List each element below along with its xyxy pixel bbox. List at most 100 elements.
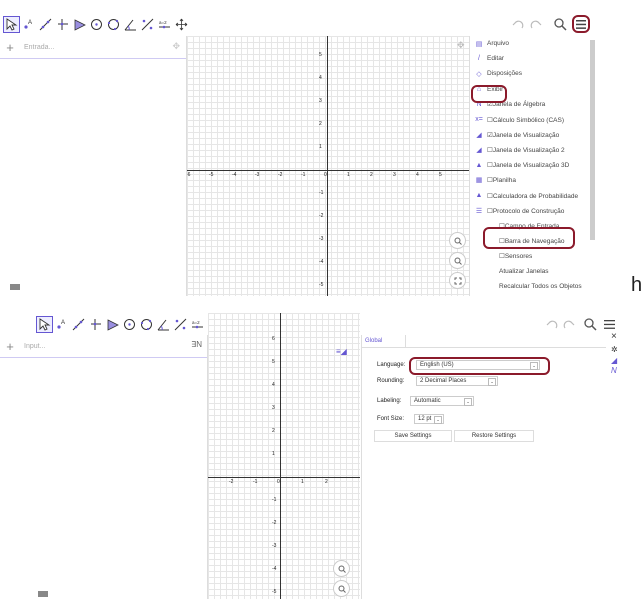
search-icon[interactable] [554,18,567,31]
move-graphics-tool-icon[interactable] [174,17,189,32]
angle-tool-icon[interactable] [156,317,171,332]
x-tick-label: -4 [232,172,237,178]
slider-tool-icon[interactable]: a=2 [157,17,172,32]
search-icon[interactable] [584,318,597,331]
point-tool-icon[interactable]: A [54,317,69,332]
geogebra-screenshot-portuguese: Aa=2 + Entrada... ✥ ✥ -6 -5 -4 -3 -2 -1 0 1 2 3 4 5… [0,0,596,296]
algebra-input[interactable]: Entrada... [24,44,54,51]
algebra-input-row[interactable]: + Input... ∃N [0,335,207,358]
y-tick-label: -1 [272,497,277,503]
menu-item-label: Disposições [487,70,523,78]
menu-scrollbar[interactable] [590,40,595,240]
y-tick-label: 6 [272,336,275,342]
y-axis [327,36,328,296]
highlight-exibir [471,85,507,103]
menu-item-label: ☑Janela de Visualização [487,131,560,139]
point-tool-icon[interactable]: A [21,17,36,32]
graphics-view[interactable]: ✥ -6-5-4-3-2-1012345654321-1-2-3-4-5 [187,36,469,296]
menu-item[interactable]: ◢ ☐Janela de Visualização 2 [474,144,565,155]
menu-item[interactable]: ◇ Disposições [474,68,522,79]
menu-item[interactable]: ▲ ☐Janela de Visualização 3D [474,160,570,171]
redo-icon[interactable] [530,19,542,31]
perpendicular-tool-icon[interactable] [88,317,103,332]
circle-tool-icon[interactable] [89,17,104,32]
labeling-select[interactable]: Automatic ⌄ [410,396,474,406]
menu-item[interactable]: / Editar [474,53,504,64]
redo-icon[interactable] [563,319,575,331]
algebra-input[interactable]: Input... [24,343,45,350]
polygon-tool-icon[interactable] [72,17,87,32]
highlight-barra-navegacao [483,227,575,249]
graphics2-icon: ◢ [476,146,482,154]
circle-three-points-tool-icon[interactable] [106,17,121,32]
x-tick-label: 0 [277,479,280,485]
close-icon[interactable]: × [611,331,617,342]
graphics-view[interactable]: ≡◢ -2 -1 0 1 2 6 5 4 3 2 1 -1 -2 -3 -4 -5 [208,313,360,599]
algebra-view: + Input... ∃N [0,335,208,599]
font-size-select[interactable]: 12 pt ⌄ [414,414,444,424]
menu-item-label: Editar [487,55,504,63]
line-tool-icon[interactable] [38,17,53,32]
y-tick-label: 4 [272,382,275,388]
menu-item-label: Recalcular Todos os Objetos [499,283,582,291]
zoom-in-icon[interactable] [333,560,350,577]
line-tool-icon[interactable] [71,317,86,332]
file-icon: ▤ [475,40,483,48]
menu-item[interactable]: x= ☐Cálculo Simbólico (CAS) [474,114,564,125]
menu-item[interactable]: ▤ Arquivo [474,38,509,49]
fullscreen-icon[interactable] [449,272,466,289]
slider-tool-icon[interactable]: a=2 [190,317,205,332]
move-tool-icon[interactable] [3,16,20,33]
polygon-tool-icon[interactable] [105,317,120,332]
menu-item[interactable]: ▲ ☐Calculadora de Probabilidade [474,190,579,201]
style-bar-toggle-icon[interactable]: ✥ [457,40,465,51]
menu-item[interactable]: ☰ ☐Protocolo de Construção [474,205,565,216]
y-tick-label: 2 [272,428,275,434]
undo-icon[interactable] [512,19,524,31]
style-bar-toggle-icon[interactable]: ≡◢ [336,347,347,356]
add-icon[interactable]: + [0,40,20,55]
save-settings-button[interactable]: Save Settings [374,430,452,442]
y-tick-label: 5 [272,359,275,365]
graphics-icon: ◢ [476,131,482,139]
pencil-icon: / [478,55,480,63]
menu-item-label: ☐Janela de Visualização 2 [487,146,565,154]
menu-item[interactable]: Atualizar Janelas [486,266,549,277]
menu-item-label: ☐Planilha [487,177,516,185]
settings-sidebar: × ✲ ◢ N [606,331,625,599]
menu-item[interactable]: ◢ ☑Janela de Visualização [474,129,559,140]
algebra-description-toggle[interactable]: ∃N [191,340,202,349]
menu-item-label: Arquivo [487,40,510,47]
zoom-in-icon[interactable] [449,232,466,249]
gear-icon[interactable]: ✲ [611,345,618,354]
zoom-out-icon[interactable] [449,252,466,269]
menu-item[interactable]: ▦ ☐Planilha [474,175,516,186]
algebra-settings-icon[interactable]: N [611,366,617,375]
reflect-tool-icon[interactable] [173,317,188,332]
rounding-select[interactable]: 2 Decimal Places ⌄ [416,376,498,386]
zoom-out-icon[interactable] [333,580,350,597]
menu-item[interactable]: Recalcular Todos os Objetos [486,281,582,292]
move-tool-icon[interactable] [36,316,53,333]
undo-icon[interactable] [546,319,558,331]
add-icon[interactable]: + [0,339,20,354]
circle-three-points-tool-icon[interactable] [139,317,154,332]
construction-protocol-icon: ☰ [475,207,483,215]
circle-tool-icon[interactable] [122,317,137,332]
graphics-settings-icon[interactable]: ◢ [611,356,617,365]
keyboard-icon[interactable] [10,284,20,290]
perpendicular-tool-icon[interactable] [55,17,70,32]
hamburger-menu-icon[interactable] [603,319,615,330]
y-tick-label: -3 [272,543,277,549]
reflect-tool-icon[interactable] [140,17,155,32]
y-tick-label: -5 [319,282,324,288]
hamburger-menu-icon[interactable] [572,15,590,33]
keyboard-icon[interactable] [38,591,48,597]
angle-tool-icon[interactable] [123,17,138,32]
menu-item[interactable]: ☐Sensores [486,251,532,262]
x-tick-label: 5 [439,172,442,178]
labeling-value: Automatic [414,398,441,404]
y-tick-label: 5 [319,52,322,58]
restore-settings-button[interactable]: Restore Settings [454,430,534,442]
algebra-input-row[interactable]: + Entrada... ✥ [0,36,186,59]
